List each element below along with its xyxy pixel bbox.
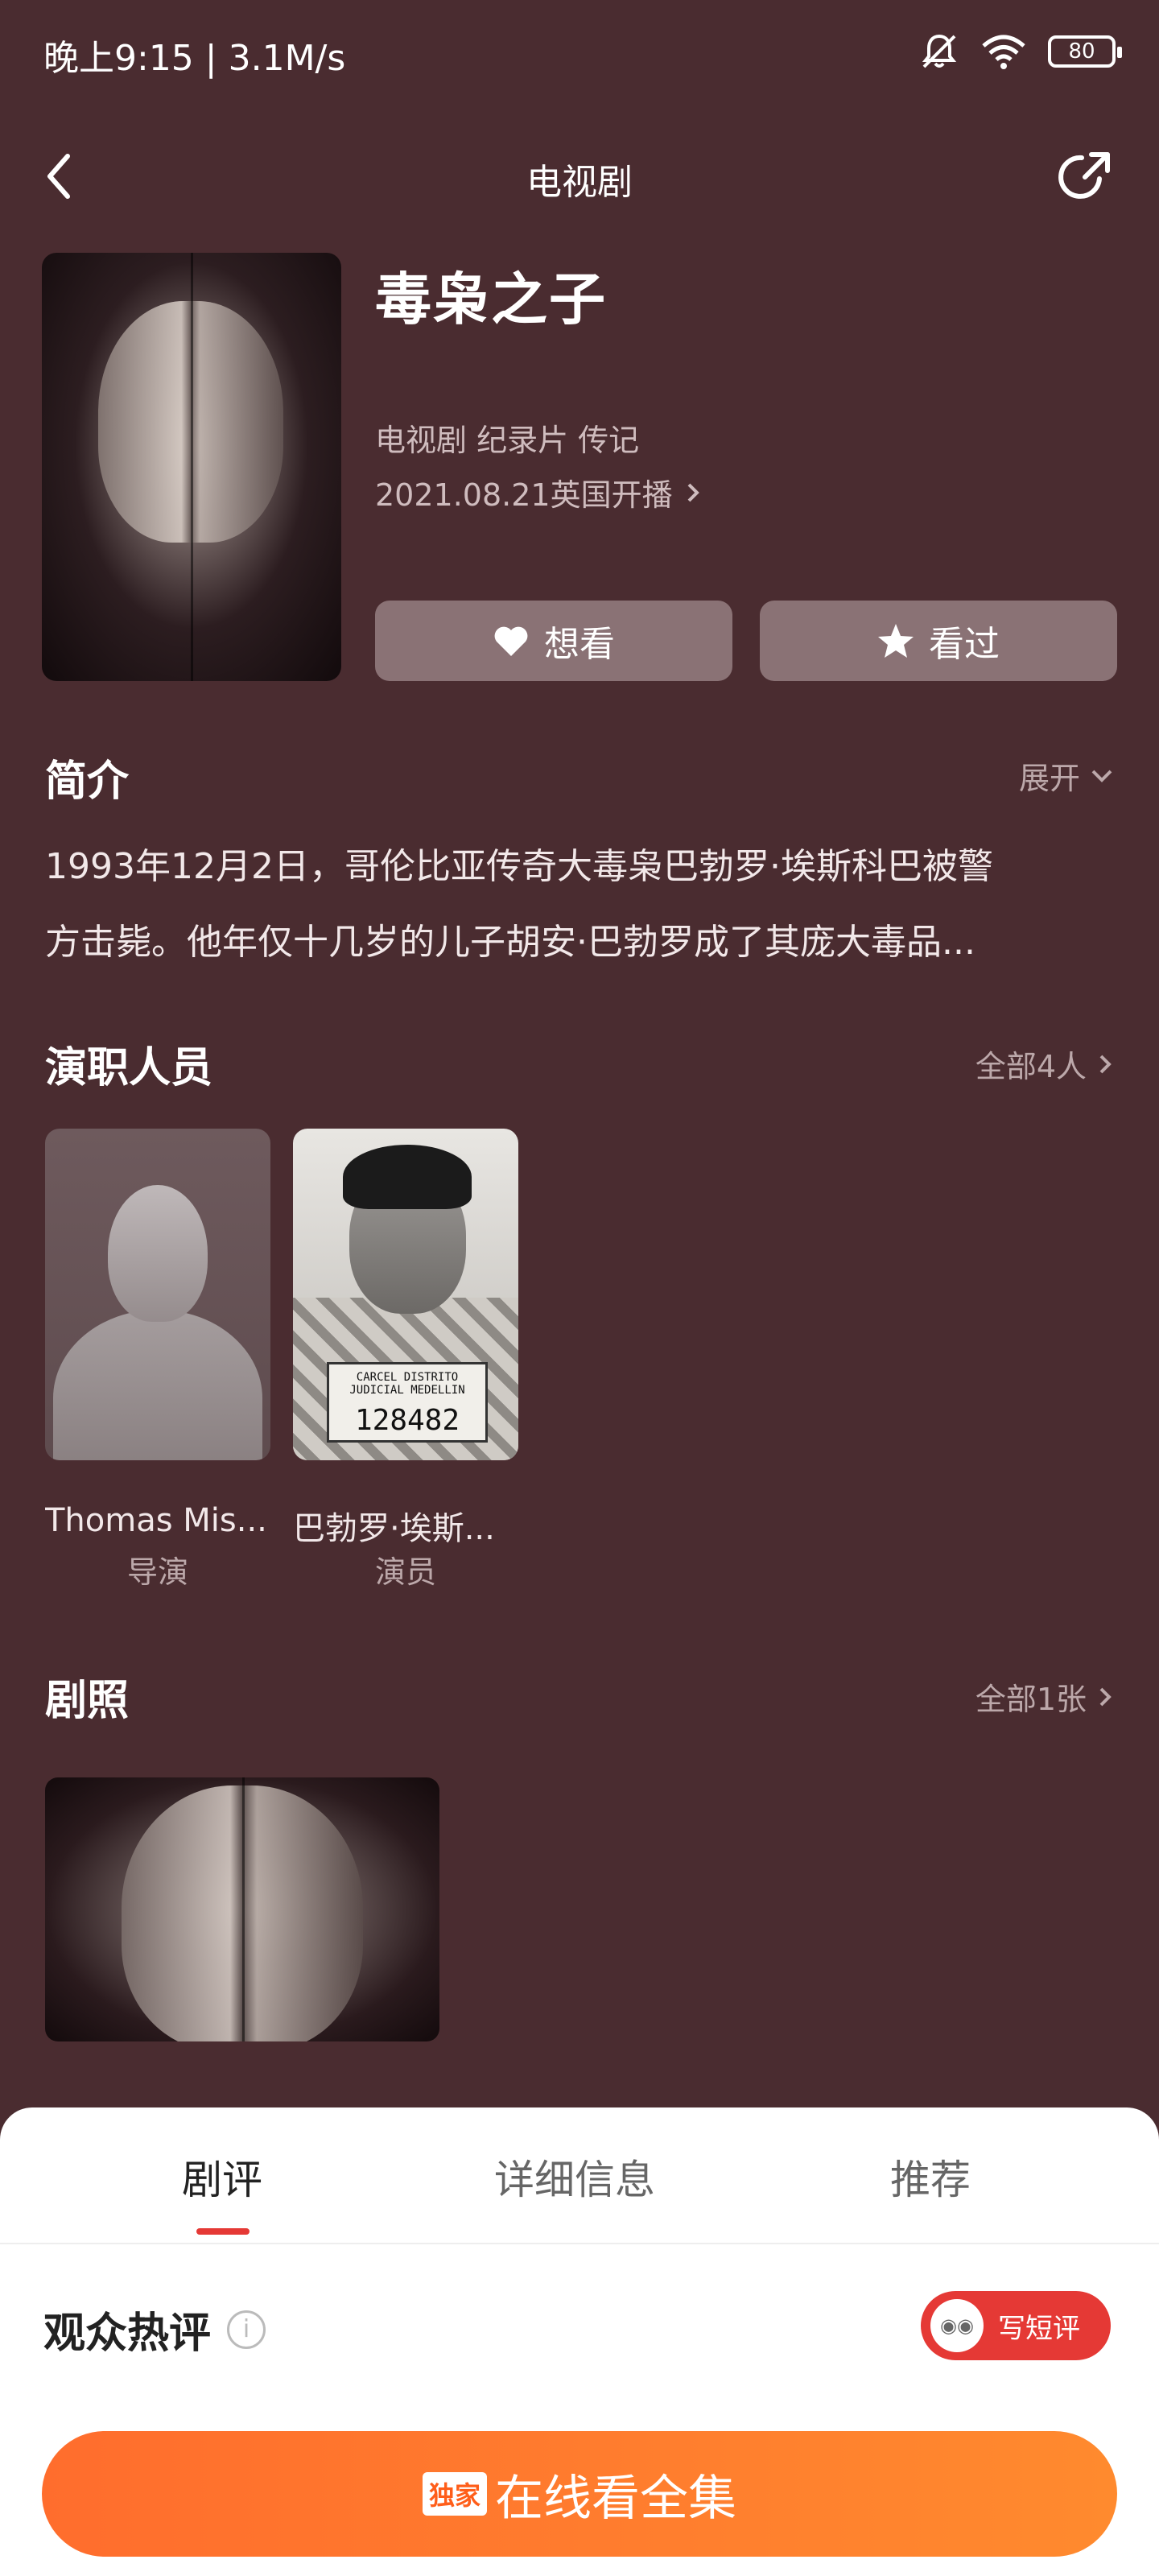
status-icons: 80 <box>919 27 1122 76</box>
battery-icon: 80 <box>1048 35 1122 68</box>
active-tab-indicator <box>196 2228 250 2235</box>
synopsis-text: 1993年12月2日，哥伦比亚传奇大毒枭巴勃罗·埃斯科巴被警 方击毙。他年仅十几… <box>45 829 1124 980</box>
page: 晚上9:15 | 3.1M/s 80 电视剧 毒枭之子 电视剧 纪录片 传记 2… <box>0 0 1159 2576</box>
tab-reviews[interactable]: 剧评 <box>101 2148 343 2206</box>
chevron-down-icon <box>1091 770 1112 782</box>
synopsis-title: 简介 <box>45 758 130 806</box>
battery-level: 80 <box>1068 39 1095 64</box>
expand-label: 展开 <box>1018 761 1080 796</box>
cast-more-label: 全部4人 <box>975 1049 1087 1084</box>
cast-all-link[interactable]: 全部4人 <box>975 1042 1114 1086</box>
chevron-right-icon <box>687 483 699 502</box>
watched-button[interactable]: 看过 <box>760 601 1117 681</box>
cast-card-actor[interactable]: CARCEL DISTRITO JUDICIAL MEDELLIN 128482 <box>293 1129 518 1460</box>
poster-split <box>191 253 193 681</box>
cast-role: 导演 <box>126 1554 188 1590</box>
still-image[interactable] <box>45 1777 439 2041</box>
info-icon[interactable]: i <box>227 2310 266 2349</box>
write-review-label: 写短评 <box>998 2312 1080 2345</box>
cast-title: 演职人员 <box>45 1044 213 1092</box>
synopsis-expand-button[interactable]: 展开 <box>1019 753 1114 798</box>
mugshot-board-number: 128482 <box>354 1404 460 1437</box>
mugshot-hair <box>343 1145 472 1209</box>
user-avatar: ◉◉ <box>930 2299 984 2352</box>
watch-bar: 独家 在线看全集 <box>0 2407 1159 2576</box>
want-label: 想看 <box>544 624 615 665</box>
synopsis-line: 方击毙。他年仅十几岁的儿子胡安·巴勃罗成了其庞大毒品... <box>45 922 975 963</box>
stills-all-link[interactable]: 全部1张 <box>975 1674 1114 1719</box>
stills-title: 剧照 <box>45 1677 130 1725</box>
show-title: 毒枭之子 <box>375 266 607 332</box>
mute-bell-icon <box>922 34 957 68</box>
status-bar: 晚上9:15 | 3.1M/s 80 <box>0 0 1159 105</box>
watch-label: 在线看全集 <box>495 2470 736 2527</box>
still-split <box>242 1777 245 2041</box>
mugshot-board-top: CARCEL DISTRITO JUDICIAL MEDELLIN <box>349 1371 465 1397</box>
write-review-button[interactable]: ◉◉ 写短评 <box>921 2291 1111 2360</box>
synopsis-line: 1993年12月2日，哥伦比亚传奇大毒枭巴勃罗·埃斯科巴被警 <box>45 846 993 887</box>
nav-bar: 电视剧 <box>0 129 1159 225</box>
tab-details[interactable]: 详细信息 <box>454 2148 695 2206</box>
mugshot-board: CARCEL DISTRITO JUDICIAL MEDELLIN 128482 <box>327 1362 488 1443</box>
cast-name: 巴勃罗·埃斯... <box>293 1510 495 1547</box>
want-to-watch-button[interactable]: 想看 <box>375 601 732 681</box>
exclusive-badge: 独家 <box>422 2472 487 2516</box>
avatar-placeholder-head <box>108 1185 208 1322</box>
tab-bar: 剧评 详细信息 推荐 <box>0 2107 1159 2244</box>
star-icon <box>878 624 914 658</box>
tab-recommend[interactable]: 推荐 <box>810 2148 1051 2206</box>
share-icon[interactable] <box>1058 147 1116 204</box>
cast-card-director[interactable] <box>45 1129 270 1460</box>
reviews-title: 观众热评 <box>43 2310 212 2358</box>
stills-more-label: 全部1张 <box>975 1682 1087 1717</box>
poster-image[interactable] <box>42 253 341 681</box>
status-time: 晚上9:15 | 3.1M/s <box>43 38 346 79</box>
wifi-icon <box>982 35 1025 69</box>
cast-name: Thomas Mis... <box>45 1502 267 1539</box>
seen-label: 看过 <box>929 624 1000 665</box>
release-date: 2021.08.21英国开播 <box>375 477 673 513</box>
cast-role: 演员 <box>374 1554 436 1590</box>
release-date-link[interactable]: 2021.08.21英国开播 <box>375 470 702 514</box>
show-genres: 电视剧 纪录片 传记 <box>375 423 640 458</box>
avatar-placeholder-body <box>53 1310 262 1460</box>
nav-title: 电视剧 <box>526 162 633 203</box>
watch-all-button[interactable]: 独家 在线看全集 <box>42 2431 1117 2557</box>
chevron-right-icon <box>1099 1687 1112 1706</box>
heart-icon <box>494 626 528 656</box>
chevron-right-icon <box>1099 1055 1112 1073</box>
reviews-header: 观众热评 i <box>43 2299 266 2359</box>
